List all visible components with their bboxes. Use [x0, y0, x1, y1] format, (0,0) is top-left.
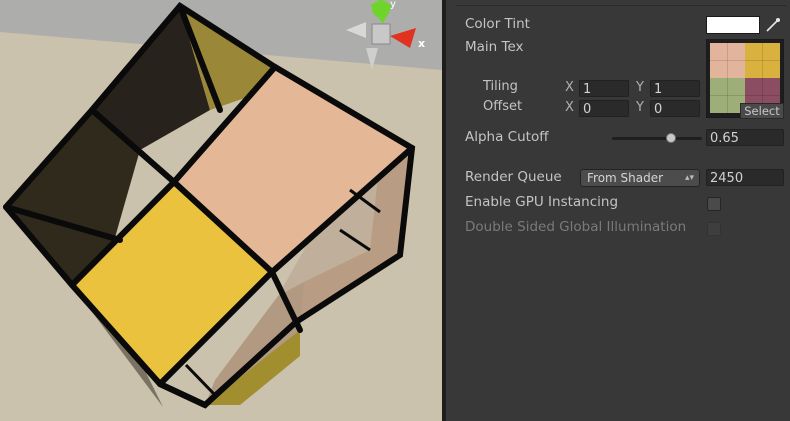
tiling-y-field[interactable]: 1 — [650, 80, 700, 97]
tiling-x-field[interactable]: 1 — [579, 80, 629, 97]
tiling-x-axis-label: X — [565, 80, 574, 95]
offset-y-axis-label: Y — [636, 100, 644, 115]
alpha-cutoff-slider-track[interactable] — [612, 137, 702, 140]
render-queue-option: From Shader — [587, 171, 664, 185]
scene-view[interactable]: y x — [0, 0, 442, 421]
tiling-label: Tiling — [483, 79, 518, 94]
main-tex-label: Main Tex — [465, 39, 524, 55]
alpha-cutoff-label: Alpha Cutoff — [465, 129, 549, 145]
double-sided-gi-label: Double Sided Global Illumination — [465, 219, 687, 235]
gpu-instancing-label: Enable GPU Instancing — [465, 194, 619, 210]
scene-canvas[interactable]: y x — [0, 0, 442, 421]
color-tint-label: Color Tint — [465, 16, 530, 32]
gizmo-x-label: x — [418, 37, 425, 50]
inspector-top-divider — [456, 0, 786, 6]
tiling-y-axis-label: Y — [636, 80, 644, 95]
double-sided-gi-checkbox — [707, 222, 721, 236]
eyedropper-icon[interactable] — [764, 16, 782, 34]
render-queue-label: Render Queue — [465, 169, 562, 185]
editor-window: y x Color Tint Main Tex Select Tiling X … — [0, 0, 790, 421]
gizmo-y-label: y — [390, 0, 396, 10]
offset-y-field[interactable]: 0 — [650, 100, 700, 117]
render-queue-field[interactable]: 2450 — [706, 169, 784, 186]
texture-select-button[interactable]: Select — [740, 103, 784, 119]
alpha-cutoff-slider-thumb[interactable] — [665, 133, 676, 143]
alpha-cutoff-field[interactable]: 0.65 — [706, 129, 784, 146]
dropdown-arrows-icon: ▴▾ — [684, 173, 694, 183]
offset-x-axis-label: X — [565, 100, 574, 115]
color-tint-swatch[interactable] — [706, 16, 760, 34]
render-queue-dropdown[interactable]: From Shader ▴▾ — [580, 169, 700, 187]
offset-label: Offset — [483, 99, 523, 114]
gizmo-center-cube — [371, 23, 391, 45]
offset-x-field[interactable]: 0 — [579, 100, 629, 117]
gpu-instancing-checkbox[interactable] — [707, 197, 721, 211]
material-inspector: Color Tint Main Tex Select Tiling X 1 Y … — [446, 0, 790, 421]
